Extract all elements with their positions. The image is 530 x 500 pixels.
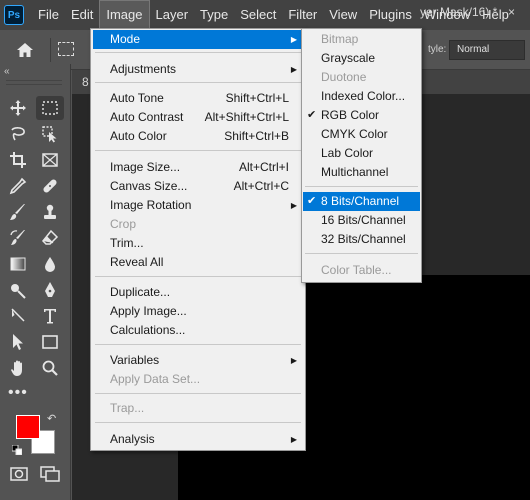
- hand-tool-icon[interactable]: [4, 356, 32, 380]
- eraser-tool-icon[interactable]: [36, 226, 64, 250]
- submenu-arrow-icon: ▶: [290, 435, 297, 444]
- menu-type[interactable]: Type: [194, 0, 234, 30]
- menu-filter[interactable]: Filter: [282, 0, 323, 30]
- menu-separator: [95, 150, 301, 151]
- menu-item-calculations[interactable]: Calculations...: [93, 321, 303, 340]
- menu-item-trap[interactable]: Trap...: [93, 399, 303, 418]
- marquee-tool-icon[interactable]: [36, 96, 64, 120]
- collapse-panel-icon[interactable]: «: [4, 66, 10, 77]
- brush-tool-icon[interactable]: [4, 200, 32, 224]
- path-selection-tool-icon[interactable]: [4, 304, 32, 328]
- move-tool-icon[interactable]: [4, 96, 32, 120]
- menu-view[interactable]: View: [323, 0, 363, 30]
- menu-item-image-rotation[interactable]: Image Rotation ▶: [93, 196, 303, 215]
- quick-mask-icon[interactable]: [10, 466, 28, 485]
- menu-item-crop[interactable]: Crop: [93, 215, 303, 234]
- mode-item-32-bits[interactable]: 32 Bits/Channel: [303, 230, 420, 249]
- checkmark-icon: ✔: [307, 109, 317, 121]
- home-icon[interactable]: [8, 38, 42, 62]
- image-menu-dropdown: Mode ▶ Adjustments ▶ Auto Tone Shift+Ctr…: [90, 28, 306, 451]
- mode-item-color-table[interactable]: Color Table...: [303, 261, 420, 280]
- dodge-tool-icon[interactable]: [4, 278, 32, 302]
- object-selection-tool-icon[interactable]: [36, 122, 64, 146]
- clone-stamp-tool-icon[interactable]: [36, 200, 64, 224]
- submenu-arrow-icon: ▶: [290, 201, 297, 210]
- menu-separator: [95, 422, 301, 423]
- document-tab-title[interactable]: yer Mask/16) *: [420, 5, 497, 19]
- submenu-separator: [305, 253, 418, 254]
- default-colors-icon[interactable]: [11, 444, 23, 456]
- rectangular-marquee-option-icon[interactable]: [58, 42, 74, 56]
- document-tab-left[interactable]: 8: [82, 75, 89, 89]
- menu-file[interactable]: File: [32, 0, 65, 30]
- mode-submenu: Bitmap Grayscale Duotone Indexed Color..…: [301, 28, 422, 283]
- pen-tool-icon[interactable]: [36, 278, 64, 302]
- checkmark-icon: ✔: [307, 195, 317, 207]
- type-tool-icon[interactable]: [36, 304, 64, 328]
- menu-plugins[interactable]: Plugins: [363, 0, 418, 30]
- menu-separator: [95, 82, 301, 83]
- style-select[interactable]: Normal: [449, 40, 525, 60]
- submenu-arrow-icon: ▶: [290, 356, 297, 365]
- menu-layer[interactable]: Layer: [150, 0, 195, 30]
- crop-tool-icon[interactable]: [4, 148, 32, 172]
- photoshop-logo: Ps: [4, 5, 24, 25]
- menu-item-analysis[interactable]: Analysis ▶: [93, 430, 303, 449]
- options-divider: [50, 38, 51, 62]
- rectangle-tool-icon[interactable]: [36, 330, 64, 354]
- zoom-tool-icon[interactable]: [36, 356, 64, 380]
- foreground-color-swatch[interactable]: [16, 415, 40, 439]
- menu-item-adjustments[interactable]: Adjustments ▶: [93, 60, 303, 79]
- mode-item-duotone[interactable]: Duotone: [303, 68, 420, 87]
- submenu-arrow-icon: ▶: [290, 65, 297, 74]
- spot-healing-brush-icon[interactable]: [36, 174, 64, 198]
- mode-item-cmyk-color[interactable]: CMYK Color: [303, 125, 420, 144]
- menu-separator: [95, 393, 301, 394]
- panel-grip[interactable]: [6, 80, 62, 85]
- mode-item-indexed-color[interactable]: Indexed Color...: [303, 87, 420, 106]
- direct-selection-tool-icon[interactable]: [4, 330, 32, 354]
- menu-separator: [95, 344, 301, 345]
- menu-item-auto-color[interactable]: Auto Color Shift+Ctrl+B: [93, 127, 303, 146]
- blur-tool-icon[interactable]: [36, 252, 64, 276]
- menu-separator: [95, 52, 301, 53]
- menu-item-apply-image[interactable]: Apply Image...: [93, 302, 303, 321]
- menu-item-variables[interactable]: Variables ▶: [93, 351, 303, 370]
- menu-select[interactable]: Select: [234, 0, 282, 30]
- mode-item-rgb-color[interactable]: ✔ RGB Color: [303, 106, 420, 125]
- swap-colors-icon[interactable]: ↶: [47, 412, 56, 425]
- gradient-tool-icon[interactable]: [4, 252, 32, 276]
- menu-item-auto-contrast[interactable]: Auto Contrast Alt+Shift+Ctrl+L: [93, 108, 303, 127]
- menu-item-mode[interactable]: Mode ▶: [93, 30, 303, 49]
- submenu-arrow-icon: ▶: [290, 35, 297, 44]
- eyedropper-tool-icon[interactable]: [4, 174, 32, 198]
- mode-item-grayscale[interactable]: Grayscale: [303, 49, 420, 68]
- menu-item-trim[interactable]: Trim...: [93, 234, 303, 253]
- menu-item-duplicate[interactable]: Duplicate...: [93, 283, 303, 302]
- history-brush-tool-icon[interactable]: [4, 226, 32, 250]
- menu-item-apply-data-set[interactable]: Apply Data Set...: [93, 370, 303, 389]
- submenu-separator: [305, 186, 418, 187]
- mode-item-lab-color[interactable]: Lab Color: [303, 144, 420, 163]
- mode-item-16-bits[interactable]: 16 Bits/Channel: [303, 211, 420, 230]
- menu-separator: [95, 276, 301, 277]
- close-tab-icon[interactable]: ×: [508, 5, 515, 19]
- screen-mode-icon[interactable]: [40, 466, 60, 485]
- mode-item-bitmap[interactable]: Bitmap: [303, 30, 420, 49]
- mode-item-8-bits[interactable]: ✔ 8 Bits/Channel: [303, 192, 420, 211]
- frame-tool-icon[interactable]: [36, 148, 64, 172]
- menu-item-reveal-all[interactable]: Reveal All: [93, 253, 303, 272]
- menu-item-image-size[interactable]: Image Size... Alt+Ctrl+I: [93, 158, 303, 177]
- menu-item-auto-tone[interactable]: Auto Tone Shift+Ctrl+L: [93, 89, 303, 108]
- menu-image[interactable]: Image: [99, 0, 150, 30]
- edit-toolbar-icon[interactable]: •••: [8, 384, 28, 402]
- menu-item-canvas-size[interactable]: Canvas Size... Alt+Ctrl+C: [93, 177, 303, 196]
- style-label: tyle:: [428, 44, 447, 55]
- menu-edit[interactable]: Edit: [65, 0, 99, 30]
- mode-item-multichannel[interactable]: Multichannel: [303, 163, 420, 182]
- lasso-tool-icon[interactable]: [4, 122, 32, 146]
